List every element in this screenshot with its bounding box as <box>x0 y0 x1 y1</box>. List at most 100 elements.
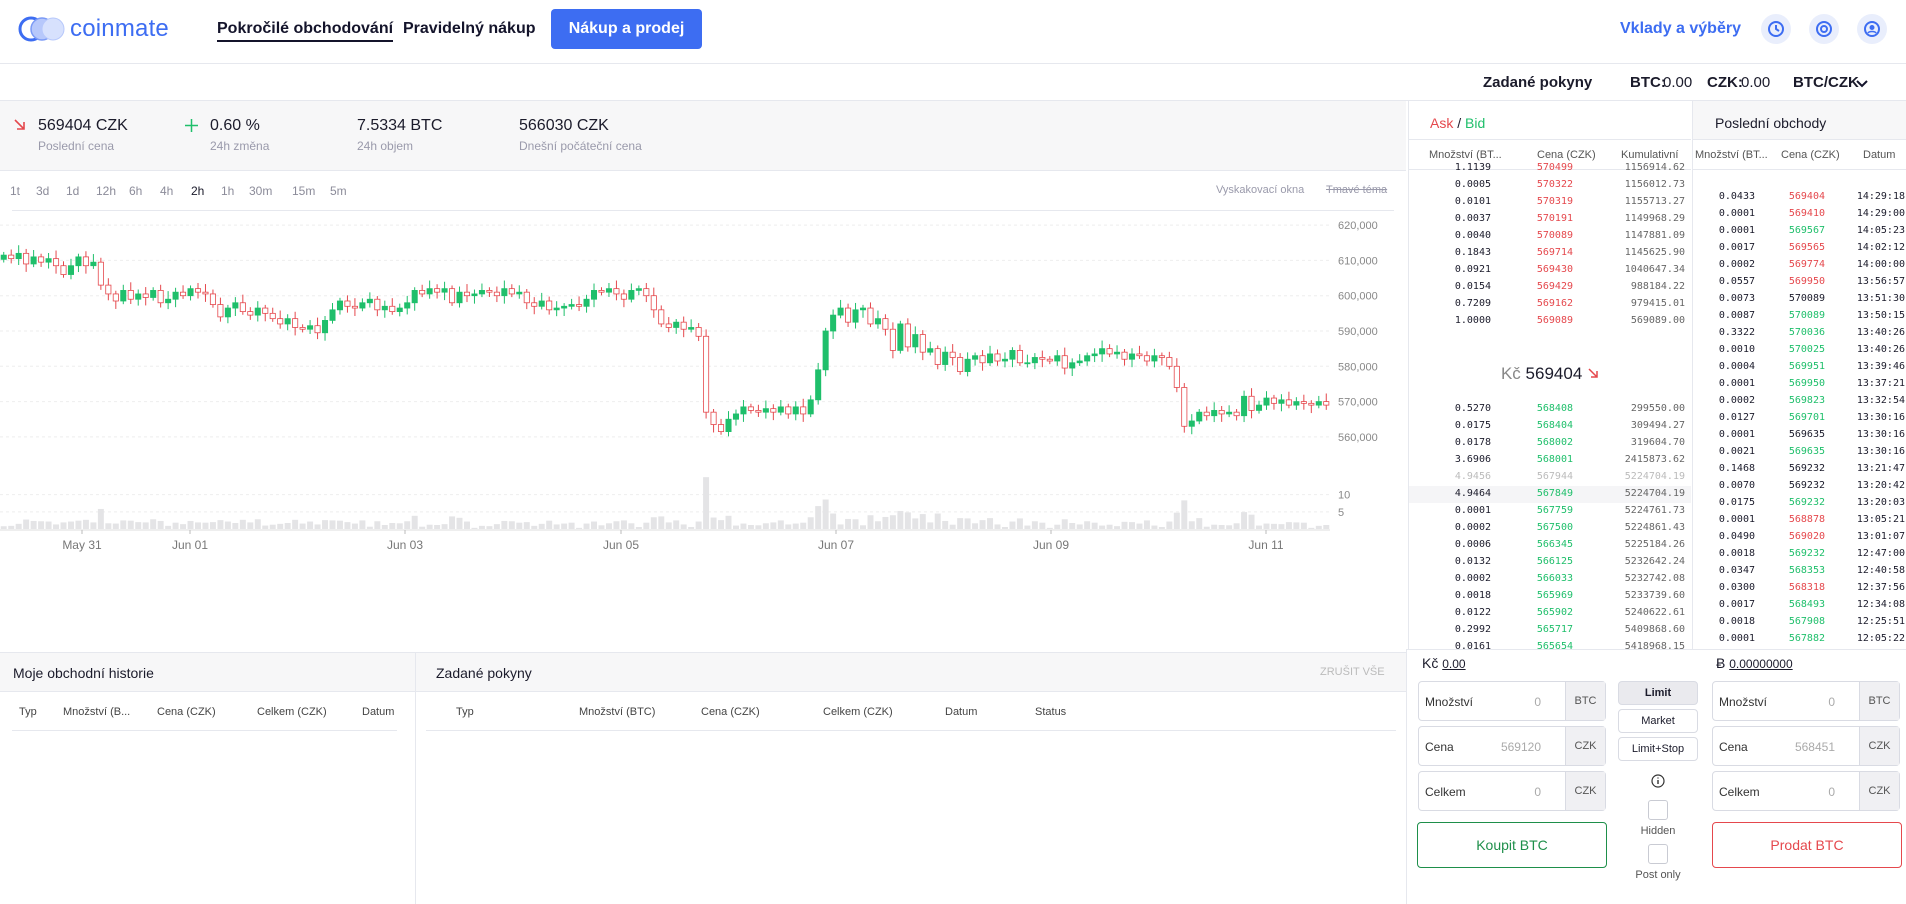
candlestick-chart[interactable]: 620,000 610,000 600,000 590,000 580,000 570,0… <box>0 211 1406 649</box>
trade-row: 0.0001 569410 14:29:00 <box>1693 206 1906 223</box>
ask-row[interactable]: 1.1139 570499 1156914.62 <box>1409 160 1691 177</box>
pair-selector[interactable]: BTC/CZK <box>1793 74 1859 91</box>
orders-link[interactable]: Zadané pokyny <box>1483 74 1592 91</box>
popup-toggle[interactable]: Vyskakovací okna <box>1216 184 1304 196</box>
bid-row[interactable]: 3.6906 568001 2415873.62 <box>1409 452 1691 469</box>
price: 569635 <box>1788 446 1825 457</box>
coinmate-logo[interactable]: coinmate <box>18 14 169 44</box>
timeframe-1d[interactable]: 1d <box>66 184 79 198</box>
timeframe-1h[interactable]: 1h <box>221 184 234 198</box>
volume-bar <box>434 524 441 529</box>
buy-sell-button[interactable]: Nákup a prodej <box>551 9 702 49</box>
field-value[interactable]: 568451 <box>1795 740 1835 754</box>
ask-row[interactable]: 0.0154 569429 988184.22 <box>1409 279 1691 296</box>
bid-row[interactable]: 0.0002 567500 5224861.43 <box>1409 520 1691 537</box>
volume-bar <box>419 526 426 529</box>
nav-recurring-buy[interactable]: Pravidelný nákup <box>403 20 536 38</box>
ask-row[interactable]: 0.0921 569430 1040647.34 <box>1409 262 1691 279</box>
ask-row[interactable]: 0.1843 569714 1145625.90 <box>1409 245 1691 262</box>
bid-row[interactable]: 0.5270 568408 299550.00 <box>1409 401 1691 418</box>
volume-bar <box>710 517 717 529</box>
volume-bar <box>1084 521 1091 529</box>
ask-row[interactable]: 0.7209 569162 979415.01 <box>1409 296 1691 313</box>
candle <box>142 293 149 298</box>
buy-amount-field[interactable]: Množství 0 BTC <box>1418 681 1606 721</box>
ask-row[interactable]: 1.0000 569089 569089.00 <box>1409 313 1691 330</box>
ask-tab[interactable]: Ask <box>1430 115 1453 131</box>
sell-amount-field[interactable]: Množství 0 BTC <box>1712 681 1900 721</box>
timeframe-30m[interactable]: 30m <box>249 184 272 198</box>
volume-bar <box>404 521 411 529</box>
candle <box>546 300 553 311</box>
buy-btc-button[interactable]: Koupit BTC <box>1417 822 1607 868</box>
candle <box>792 406 799 415</box>
amount: 0.0557 <box>1718 276 1755 287</box>
account-icon[interactable] <box>1857 14 1887 44</box>
ask-row[interactable]: 0.0005 570322 1156012.73 <box>1409 177 1691 194</box>
info-icon[interactable] <box>1651 774 1665 788</box>
volume-bar <box>336 520 343 529</box>
sell-balance-value[interactable]: 0.00000000 <box>1729 657 1792 671</box>
trade-row: 0.3322 570036 13:40:26 <box>1693 325 1906 342</box>
candle <box>987 353 994 364</box>
candle <box>269 312 276 320</box>
timeframe-15m[interactable]: 15m <box>292 184 315 198</box>
bid-row[interactable]: 4.9464 567849 5224704.19 <box>1409 486 1691 503</box>
bid-row[interactable]: 4.9456 567944 5224704.19 <box>1409 469 1691 486</box>
timeframe-2h[interactable]: 2h <box>191 184 204 198</box>
candle <box>419 290 426 295</box>
timeframe-1t[interactable]: 1t <box>10 184 20 198</box>
buy-price-field[interactable]: Cena 569120 CZK <box>1418 726 1606 766</box>
bid-row[interactable]: 0.2992 565717 5409868.60 <box>1409 622 1691 639</box>
bid-row[interactable]: 0.0001 567759 5224761.73 <box>1409 503 1691 520</box>
nav-advanced-trading[interactable]: Pokročilé obchodování <box>217 20 394 42</box>
amount: 0.0178 <box>1454 437 1491 448</box>
chevron-down-icon[interactable] <box>1856 80 1868 88</box>
bid-row[interactable]: 0.0002 566033 5232742.08 <box>1409 571 1691 588</box>
bid-row[interactable]: 0.0175 568404 309494.27 <box>1409 418 1691 435</box>
order-type-limit-stop[interactable]: Limit+Stop <box>1618 737 1698 761</box>
post-only-checkbox[interactable] <box>1648 844 1668 864</box>
volume-bar <box>1143 520 1150 529</box>
timeframe-5m[interactable]: 5m <box>330 184 347 198</box>
field-value[interactable]: 0 <box>1534 695 1541 709</box>
field-value[interactable]: 569120 <box>1501 740 1541 754</box>
history-icon[interactable] <box>1761 14 1791 44</box>
price: 569020 <box>1788 531 1825 542</box>
order-type-limit[interactable]: Limit <box>1618 681 1698 705</box>
bid-row[interactable]: 0.0018 565969 5233739.60 <box>1409 588 1691 605</box>
timeframe-12h[interactable]: 12h <box>96 184 116 198</box>
bid-row[interactable]: 0.0132 566125 5232642.24 <box>1409 554 1691 571</box>
timeframe-3d[interactable]: 3d <box>36 184 49 198</box>
field-value[interactable]: 0 <box>1534 785 1541 799</box>
bid-row[interactable]: 0.0178 568002 319604.70 <box>1409 435 1691 452</box>
ask-row[interactable]: 0.0040 570089 1147881.09 <box>1409 228 1691 245</box>
ask-row[interactable]: 0.0101 570319 1155713.27 <box>1409 194 1691 211</box>
timeframe-6h[interactable]: 6h <box>129 184 142 198</box>
price: 568318 <box>1788 582 1825 593</box>
cancel-all-button[interactable]: ZRUŠIT VŠE <box>1320 666 1385 678</box>
buy-balance-value[interactable]: 0.00 <box>1442 657 1465 671</box>
candle <box>889 328 896 351</box>
candle <box>919 334 926 353</box>
field-value[interactable]: 0 <box>1828 785 1835 799</box>
hidden-checkbox[interactable] <box>1648 800 1668 820</box>
support-icon[interactable] <box>1809 14 1839 44</box>
field-unit: CZK <box>1565 772 1605 810</box>
dark-theme-toggle[interactable]: Tmavé téma <box>1326 184 1387 196</box>
sell-btc-button[interactable]: Prodat BTC <box>1712 822 1902 868</box>
candle <box>785 406 792 415</box>
timeframe-4h[interactable]: 4h <box>160 184 173 198</box>
sell-total-field[interactable]: Celkem 0 CZK <box>1712 771 1900 811</box>
bid-row[interactable]: 0.0006 566345 5225184.26 <box>1409 537 1691 554</box>
sell-price-field[interactable]: Cena 568451 CZK <box>1712 726 1900 766</box>
bid-row[interactable]: 0.0122 565902 5240622.61 <box>1409 605 1691 622</box>
buy-total-field[interactable]: Celkem 0 CZK <box>1418 771 1606 811</box>
order-type-market[interactable]: Market <box>1618 709 1698 733</box>
field-value[interactable]: 0 <box>1828 695 1835 709</box>
bid-tab[interactable]: Bid <box>1465 115 1485 131</box>
volume-bar <box>576 527 583 529</box>
candle <box>673 321 680 328</box>
deposits-withdrawals-link[interactable]: Vklady a výběry <box>1620 20 1741 38</box>
ask-row[interactable]: 0.0037 570191 1149968.29 <box>1409 211 1691 228</box>
